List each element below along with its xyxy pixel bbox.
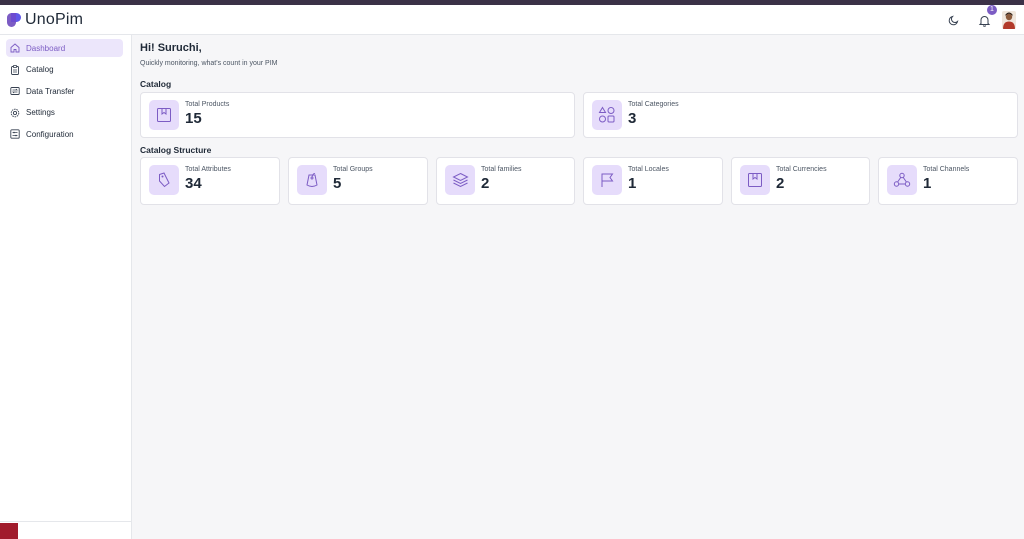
sidebar-nav: Dashboard Catalog Data Transfer Settings… — [0, 35, 131, 143]
sidebar-item-label: Catalog — [26, 65, 54, 74]
sidebar-item-data-transfer[interactable]: Data Transfer — [6, 82, 123, 100]
stat-value: 2 — [776, 175, 785, 192]
catalog-section-title: Catalog — [140, 79, 172, 89]
app-name: UnoPim — [25, 10, 84, 28]
stat-label: Total Locales — [628, 166, 669, 173]
stat-label: Total Channels — [923, 166, 970, 173]
stat-value: 1 — [923, 175, 932, 192]
unopim-logo-icon — [6, 12, 22, 28]
catalog-structure-section-title: Catalog Structure — [140, 145, 212, 155]
stat-card-total-attributes[interactable]: Total Attributes 34 — [140, 157, 280, 205]
gear-icon — [10, 108, 20, 118]
stat-card-total-groups[interactable]: Total Groups 5 — [288, 157, 428, 205]
network-icon — [887, 165, 917, 195]
notification-bell-icon[interactable]: 1 — [976, 5, 997, 28]
stat-value: 3 — [628, 110, 637, 127]
top-header: UnoPim 1 — [0, 5, 1024, 35]
tag-icon — [149, 165, 179, 195]
sidebar-item-settings[interactable]: Settings — [6, 104, 123, 122]
sidebar-item-label: Dashboard — [26, 43, 66, 53]
stat-label: Total families — [481, 166, 522, 173]
stat-label: Total Categories — [628, 101, 679, 108]
home-icon — [10, 43, 20, 53]
stat-label: Total Products — [185, 101, 230, 108]
stat-card-total-products[interactable]: Total Products 15 — [140, 92, 575, 138]
logo[interactable]: UnoPim — [6, 11, 83, 29]
stat-card-total-categories[interactable]: Total Categories 3 — [583, 92, 1018, 138]
bookmark-box-icon — [740, 165, 770, 195]
stat-label: Total Groups — [333, 166, 373, 173]
sidebar-footer — [0, 521, 131, 539]
stat-value: 2 — [481, 175, 490, 192]
stat-card-total-families[interactable]: Total families 2 — [436, 157, 575, 205]
stat-card-total-channels[interactable]: Total Channels 1 — [878, 157, 1018, 205]
sliders-icon — [10, 129, 20, 139]
transfer-icon — [10, 86, 20, 96]
sidebar-item-configuration[interactable]: Configuration — [6, 125, 123, 143]
stat-value: 5 — [333, 175, 342, 192]
bookmark-box-icon — [149, 100, 179, 130]
page-title: Hi! Suruchi, — [140, 42, 202, 54]
collapse-sidebar-icon[interactable] — [0, 523, 18, 539]
page-subtitle: Quickly monitoring, what's count in your… — [140, 60, 278, 67]
sidebar-item-dashboard[interactable]: Dashboard — [6, 39, 123, 57]
stat-card-total-locales[interactable]: Total Locales 1 — [583, 157, 723, 205]
sidebar-item-label: Data Transfer — [26, 86, 75, 96]
stat-value: 34 — [185, 175, 202, 192]
notification-badge: 1 — [987, 5, 997, 15]
avatar[interactable] — [1002, 11, 1016, 29]
stat-value: 1 — [628, 175, 637, 192]
tag-icon — [297, 165, 327, 195]
layers-icon — [445, 165, 475, 195]
sidebar: Dashboard Catalog Data Transfer Settings… — [0, 35, 132, 539]
stat-label: Total Attributes — [185, 166, 231, 173]
clipboard-icon — [10, 64, 20, 75]
stat-label: Total Currencies — [776, 166, 827, 173]
sidebar-item-catalog[interactable]: Catalog — [6, 61, 123, 79]
shapes-icon — [592, 100, 622, 130]
sidebar-item-label: Configuration — [26, 129, 74, 139]
flag-icon — [592, 165, 622, 195]
stat-value: 15 — [185, 110, 202, 127]
sidebar-item-label: Settings — [26, 108, 55, 117]
dark-mode-icon[interactable] — [946, 12, 962, 28]
stat-card-total-currencies[interactable]: Total Currencies 2 — [731, 157, 870, 205]
